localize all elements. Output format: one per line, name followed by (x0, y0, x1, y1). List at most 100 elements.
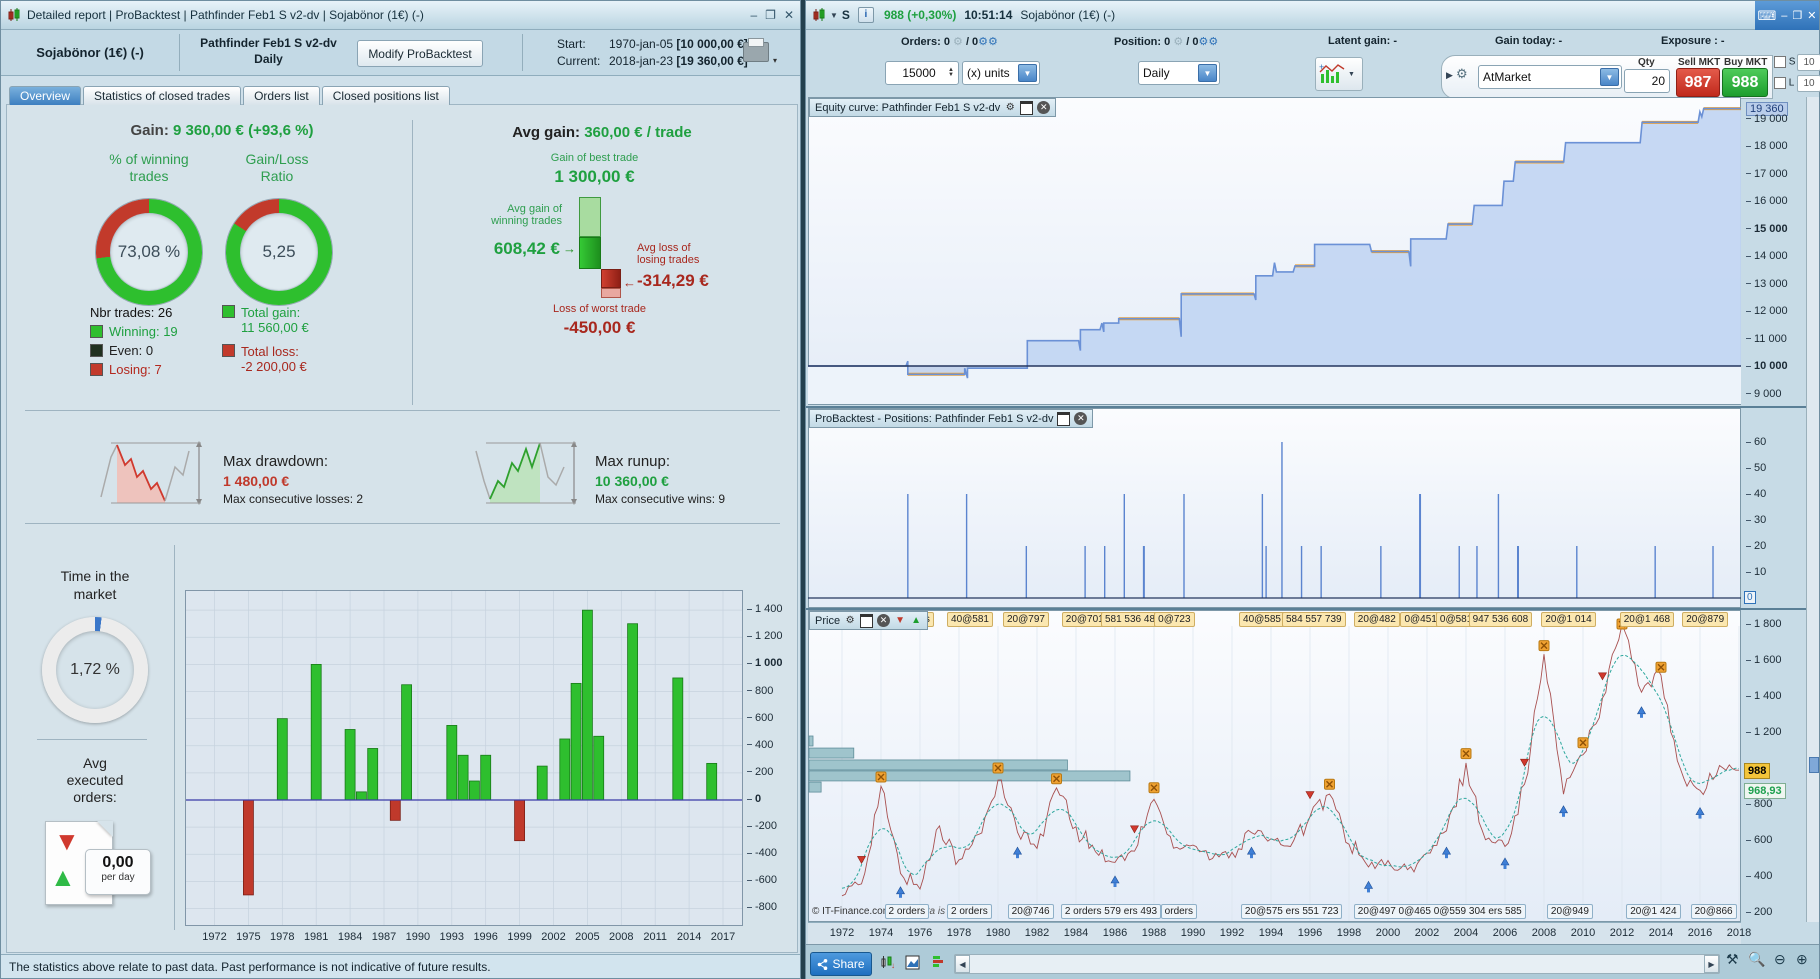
drawdown-sparkline-icon (100, 441, 202, 505)
sell-order-icon[interactable]: ▼ (894, 615, 906, 627)
tab-closed-positions-list[interactable]: Closed positions list (321, 86, 450, 105)
time-in-market-value: 1,72 % (70, 661, 120, 678)
ratio-value: 5,25 (262, 242, 296, 261)
window-controls: ⌨ – ❐ ✕ (1755, 1, 1819, 30)
close-icon[interactable]: ✕ (1807, 9, 1816, 22)
maximize-icon[interactable] (860, 613, 874, 628)
info-icon[interactable]: i (857, 7, 874, 23)
market-depth-icon[interactable] (930, 952, 950, 972)
tab-orders-list[interactable]: Orders list (243, 86, 320, 105)
waterfall-best-bar (579, 197, 601, 237)
close-icon[interactable]: ✕ (1037, 101, 1051, 114)
wrench-icon[interactable]: ⚙ (844, 615, 856, 627)
chevron-down-icon[interactable]: ▼ (1018, 64, 1037, 82)
minimize-icon[interactable]: – (750, 8, 757, 22)
equity-panel-header[interactable]: Equity curve: Pathfinder Feb1 S v2-dv ⚙ … (809, 98, 1057, 117)
maximize-icon[interactable]: ❐ (1792, 9, 1802, 22)
x-tick: 2018 (1726, 927, 1752, 939)
x-tick: 1999 (507, 931, 532, 943)
qty-input[interactable]: 20 (1624, 69, 1670, 93)
right-scroll-strip[interactable] (1806, 97, 1819, 922)
stop-value[interactable]: 10 (1797, 54, 1820, 71)
x-tick: 2006 (1492, 927, 1518, 939)
x-tick: 1990 (1180, 927, 1206, 939)
x-tick: 2008 (609, 931, 634, 943)
quantity-input[interactable]: 15000 ▲ ▼ (885, 61, 959, 85)
waterfall-avgloss-bar (601, 269, 621, 288)
maximize-icon[interactable]: ❐ (765, 8, 776, 22)
position-tag: 0@723 (1154, 612, 1195, 627)
timeframe-dropdown[interactable]: Daily ▼ (1138, 61, 1220, 85)
qty-label: Qty (1638, 57, 1655, 68)
snapshot-icon[interactable] (902, 952, 922, 972)
legend-item: Losing: 7 (90, 362, 178, 377)
print-icon[interactable] (743, 38, 777, 65)
y-tick: 11 000 (1746, 333, 1787, 345)
tab-statistics-of-closed-trades[interactable]: Statistics of closed trades (83, 86, 242, 105)
zoom-fit-icon[interactable]: 🔍 (1748, 951, 1765, 968)
chevron-down-icon[interactable]: ▼ (1198, 64, 1217, 82)
maximize-icon[interactable] (1057, 411, 1071, 426)
tab-overview[interactable]: Overview (9, 86, 82, 105)
stop-limit-area: S 10 L 10 (1774, 53, 1820, 97)
gears-blue-icon[interactable]: ⚙⚙ (978, 36, 998, 48)
close-icon[interactable]: ✕ (784, 8, 794, 22)
gear-icon: ⚙ (1173, 36, 1184, 48)
chevron-down-icon[interactable]: ▼ (1348, 71, 1355, 78)
positions-panel-header[interactable]: ProBacktest - Positions: Pathfinder Feb1… (809, 409, 1094, 428)
limit-value[interactable]: 10 (1797, 75, 1820, 92)
wrench-icon[interactable]: ⚙ (1004, 102, 1016, 114)
wrench-icon[interactable]: ⚙ (1456, 66, 1468, 82)
x-tick: 2000 (1375, 927, 1401, 939)
report-header: Sojabönor (1€) (-) Pathfinder Feb1 S v2-… (1, 30, 800, 76)
x-tick: 1986 (1102, 927, 1128, 939)
zoom-in-icon[interactable]: ⊕ (1796, 951, 1808, 968)
x-tick: 1978 (270, 931, 295, 943)
runup-sparkline-icon (475, 441, 577, 505)
buy-mkt-label: Buy MKT (1724, 57, 1768, 68)
scroll-right-icon[interactable]: ▶ (1704, 955, 1719, 973)
order-type-dropdown[interactable]: AtMarket ▼ (1478, 65, 1622, 89)
modify-probacktest-button[interactable]: Modify ProBacktest (357, 40, 483, 67)
horizontal-scrollbar[interactable]: ◀ ▶ (954, 954, 1720, 974)
gain-summary: Gain: 9 360,00 € (+93,6 %) (130, 122, 314, 139)
chevron-down-icon[interactable]: ▼ (1600, 68, 1619, 86)
keyboard-icon[interactable]: ⌨ (1758, 8, 1777, 24)
candlestick-icon (8, 8, 20, 21)
price-panel-header[interactable]: Price ⚙ ✕ ▼ ▲ (809, 611, 929, 630)
buy-order-icon[interactable]: ▲ (910, 615, 922, 627)
window-title: Detailed report | ProBacktest | Pathfind… (27, 8, 424, 22)
limit-checkbox[interactable] (1774, 77, 1786, 89)
chevron-down-icon[interactable]: ▼ (830, 11, 838, 20)
buy-mkt-button[interactable]: 988 (1722, 68, 1768, 97)
chart-tools-icon[interactable]: ⚒ (1726, 951, 1739, 968)
units-dropdown[interactable]: (x) units ▼ (962, 61, 1040, 85)
maximize-icon[interactable] (1020, 100, 1034, 115)
trades-legend: Nbr trades: 26 Winning: 19 Even: 0 Losing:… (90, 305, 178, 381)
y-tick: 17 000 (1746, 168, 1788, 180)
x-tick: 1972 (202, 931, 227, 943)
position-tag: 20@482 (1353, 612, 1400, 627)
gears-blue-icon[interactable]: ⚙⚙ (1198, 36, 1218, 48)
spinner-icon[interactable]: ▲ ▼ (948, 67, 954, 78)
gear-icon: ⚙ (953, 36, 963, 48)
instrument-settings-icon[interactable]: ↓ (878, 952, 898, 972)
x-tick: 1996 (1297, 927, 1323, 939)
y-tick: 9 000 (1746, 388, 1782, 400)
equity-curve-chart (808, 107, 1741, 404)
scroll-left-icon[interactable]: ◀ (955, 955, 970, 973)
zoom-out-icon[interactable]: ⊖ (1774, 951, 1786, 968)
minimize-icon[interactable]: – (1781, 10, 1787, 22)
sell-mkt-button[interactable]: 987 (1676, 68, 1720, 97)
stop-checkbox[interactable] (1774, 56, 1786, 68)
chart-type-button[interactable]: + ▼ (1315, 57, 1363, 91)
y-tick: -600 (747, 874, 777, 886)
avg-gain-value: 360,00 € / trade (584, 124, 692, 141)
close-icon[interactable]: ✕ (877, 614, 891, 627)
collapse-arrow-icon[interactable]: ▶ (1446, 70, 1453, 81)
position-count: 0 (1164, 36, 1171, 48)
position-info-bar: Orders: 0 ⚙ / 0⚙⚙ Position: 0 ⚙ / 0⚙⚙ La… (901, 35, 1725, 48)
buy-arrow-icon: ▲ (50, 862, 76, 892)
share-button[interactable]: Share (810, 952, 872, 976)
close-icon[interactable]: ✕ (1074, 412, 1088, 425)
